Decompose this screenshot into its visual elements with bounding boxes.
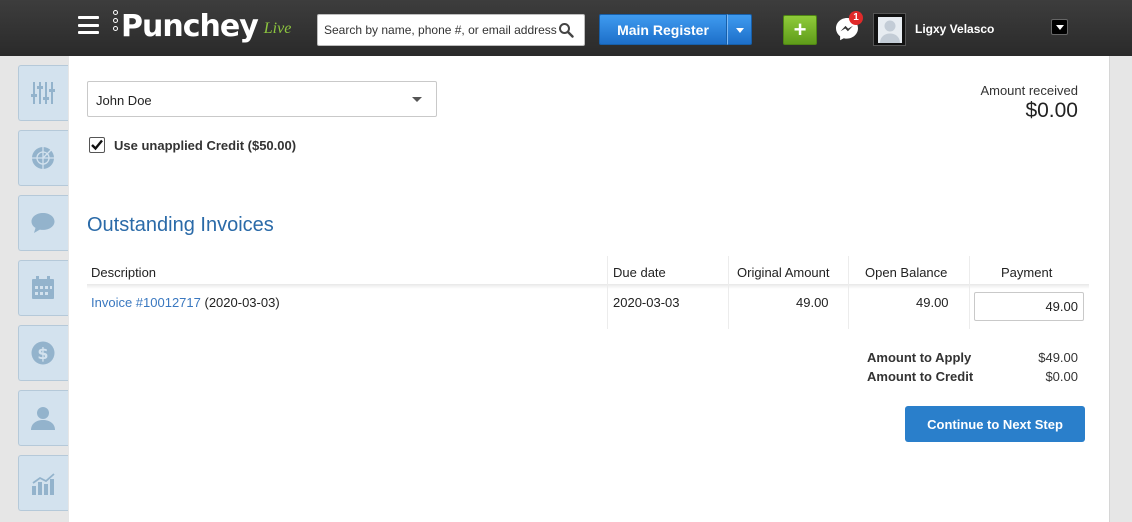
- sidebar: $: [0, 56, 68, 522]
- default-avatar-icon: [878, 17, 902, 43]
- dollar-icon: $: [31, 341, 55, 365]
- customer-select-value: John Doe: [96, 93, 152, 108]
- column-divider: [848, 256, 849, 329]
- invoice-link[interactable]: Invoice #10012717: [91, 295, 201, 310]
- chat-icon: [31, 213, 55, 233]
- top-bar: Punchey Live Main Register + 1 Ligxy Vel…: [0, 0, 1132, 56]
- search-input[interactable]: [318, 15, 558, 45]
- column-header-due-date: Due date: [613, 265, 666, 280]
- logo-suffix: Live: [263, 20, 292, 37]
- main-panel: John Doe Use unapplied Credit ($50.00) A…: [69, 56, 1110, 522]
- menu-icon[interactable]: [78, 16, 99, 34]
- sidebar-item-analytics[interactable]: [18, 455, 68, 511]
- invoice-description: Invoice #10012717 (2020-03-03): [91, 295, 280, 310]
- use-credit-label[interactable]: Use unapplied Credit ($50.00): [114, 138, 296, 153]
- amount-received-label: Amount received: [980, 83, 1078, 98]
- column-header-description: Description: [91, 265, 157, 280]
- checkmark-icon: [91, 139, 103, 151]
- column-header-open-balance: Open Balance: [865, 265, 948, 280]
- svg-text:$: $: [37, 344, 48, 363]
- invoice-due-date: 2020-03-03: [613, 295, 680, 310]
- section-title: Outstanding Invoices: [87, 214, 274, 236]
- register-dropdown-toggle[interactable]: [727, 14, 752, 45]
- radar-icon: [32, 147, 54, 169]
- logo[interactable]: Punchey Live: [113, 6, 291, 46]
- sidebar-item-calendar[interactable]: [18, 260, 68, 316]
- sidebar-item-customers[interactable]: [18, 390, 68, 446]
- sidebar-item-reports[interactable]: [18, 130, 68, 186]
- column-divider: [969, 256, 970, 329]
- column-header-payment: Payment: [1001, 265, 1053, 280]
- logo-dots: [113, 10, 119, 34]
- search-box: [317, 14, 585, 46]
- invoice-date: (2020-03-03): [204, 295, 280, 310]
- use-credit-checkbox[interactable]: [89, 137, 105, 153]
- column-header-original-amount: Original Amount: [737, 265, 830, 280]
- amount-received-value: $0.00: [1025, 99, 1078, 122]
- add-button[interactable]: +: [783, 15, 817, 45]
- sidebar-item-payments[interactable]: $: [18, 325, 68, 381]
- customer-select[interactable]: John Doe: [87, 81, 437, 117]
- user-icon: [31, 407, 55, 430]
- right-gutter: [1111, 56, 1132, 522]
- sliders-icon: [31, 82, 55, 104]
- user-name[interactable]: Ligxy Velasco: [915, 22, 994, 36]
- amount-to-credit-value: $0.00: [1045, 369, 1078, 384]
- amount-to-apply-value: $49.00: [1038, 350, 1078, 365]
- chart-icon: [32, 473, 55, 495]
- sidebar-item-settings[interactable]: [18, 65, 68, 121]
- sidebar-item-messages[interactable]: [18, 195, 68, 251]
- continue-button[interactable]: Continue to Next Step: [905, 406, 1085, 442]
- notification-badge: 1: [849, 11, 863, 25]
- column-divider: [607, 256, 608, 329]
- search-icon[interactable]: [558, 22, 574, 38]
- payment-input[interactable]: [974, 292, 1084, 321]
- table-header-divider: [87, 284, 1089, 289]
- user-menu-toggle[interactable]: [1051, 19, 1068, 35]
- invoice-open-balance: 49.00: [916, 295, 949, 310]
- main-register-button[interactable]: Main Register: [599, 14, 727, 45]
- column-divider: [728, 256, 729, 329]
- amount-to-apply-label: Amount to Apply: [867, 350, 972, 365]
- chevron-down-icon: [412, 97, 422, 102]
- avatar[interactable]: [873, 13, 906, 46]
- logo-text: Punchey: [121, 9, 259, 44]
- amount-to-credit-label: Amount to Credit: [867, 369, 974, 384]
- calendar-icon: [32, 276, 54, 299]
- invoice-original-amount: 49.00: [796, 295, 829, 310]
